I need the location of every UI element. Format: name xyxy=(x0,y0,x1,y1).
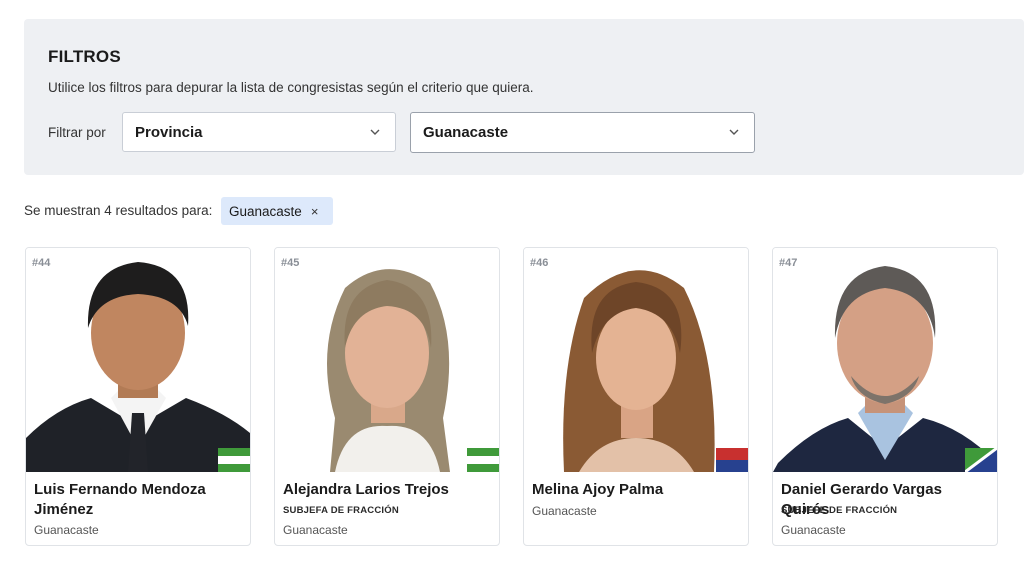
filters-panel: FILTROS Utilice los filtros para depurar… xyxy=(24,19,1024,175)
card-province: Guanacaste xyxy=(283,523,348,537)
portrait-photo xyxy=(26,248,250,472)
congressperson-card[interactable]: #47 Daniel Gerardo Vargas Quirós SUBJEFE… xyxy=(772,247,998,546)
card-number: #47 xyxy=(779,257,798,269)
results-count-text: Se muestran 4 resultados para: xyxy=(24,203,213,218)
card-province: Guanacaste xyxy=(781,523,846,537)
filter-value-select[interactable]: Guanacaste xyxy=(410,112,755,153)
chip-label: Guanacaste xyxy=(229,203,302,219)
filter-value-value: Guanacaste xyxy=(423,124,509,141)
card-number: #45 xyxy=(281,257,300,269)
filters-description: Utilice los filtros para depurar la list… xyxy=(48,80,534,95)
congressperson-card[interactable]: #44 Luis Fernando Mendoza Jiménez Guanac… xyxy=(25,247,251,546)
active-filter-chip: Guanacaste × xyxy=(221,197,333,225)
portrait-photo xyxy=(524,248,748,472)
card-number: #46 xyxy=(530,257,549,269)
filter-type-select[interactable]: Provincia xyxy=(122,112,396,152)
chevron-down-icon xyxy=(370,129,380,135)
party-flag-icon xyxy=(965,448,997,472)
portrait-photo xyxy=(773,248,997,472)
card-province: Guanacaste xyxy=(34,523,99,537)
party-flag-icon xyxy=(467,448,499,472)
close-icon[interactable]: × xyxy=(311,204,319,219)
congressperson-card[interactable]: #46 Melina Ajoy Palma Guanacaste xyxy=(523,247,749,546)
card-name: Luis Fernando Mendoza Jiménez xyxy=(34,481,206,518)
congressperson-card[interactable]: #45 Alejandra Larios Trejos SUBJEFA DE F… xyxy=(274,247,500,546)
card-name: Alejandra Larios Trejos xyxy=(283,481,449,498)
portrait-photo xyxy=(275,248,499,472)
card-province: Guanacaste xyxy=(532,504,597,518)
chevron-down-icon xyxy=(729,129,739,135)
filter-type-value: Provincia xyxy=(135,123,203,141)
party-flag-icon xyxy=(716,448,748,472)
filters-title: FILTROS xyxy=(48,47,121,66)
party-flag-icon xyxy=(218,448,250,472)
card-number: #44 xyxy=(32,257,51,269)
filter-by-label: Filtrar por xyxy=(48,125,106,140)
card-role: SUBJEFA DE FRACCIÓN xyxy=(283,505,399,516)
card-role: SUBJEFE DE FRACCIÓN xyxy=(781,505,898,516)
card-name: Melina Ajoy Palma xyxy=(532,481,664,498)
